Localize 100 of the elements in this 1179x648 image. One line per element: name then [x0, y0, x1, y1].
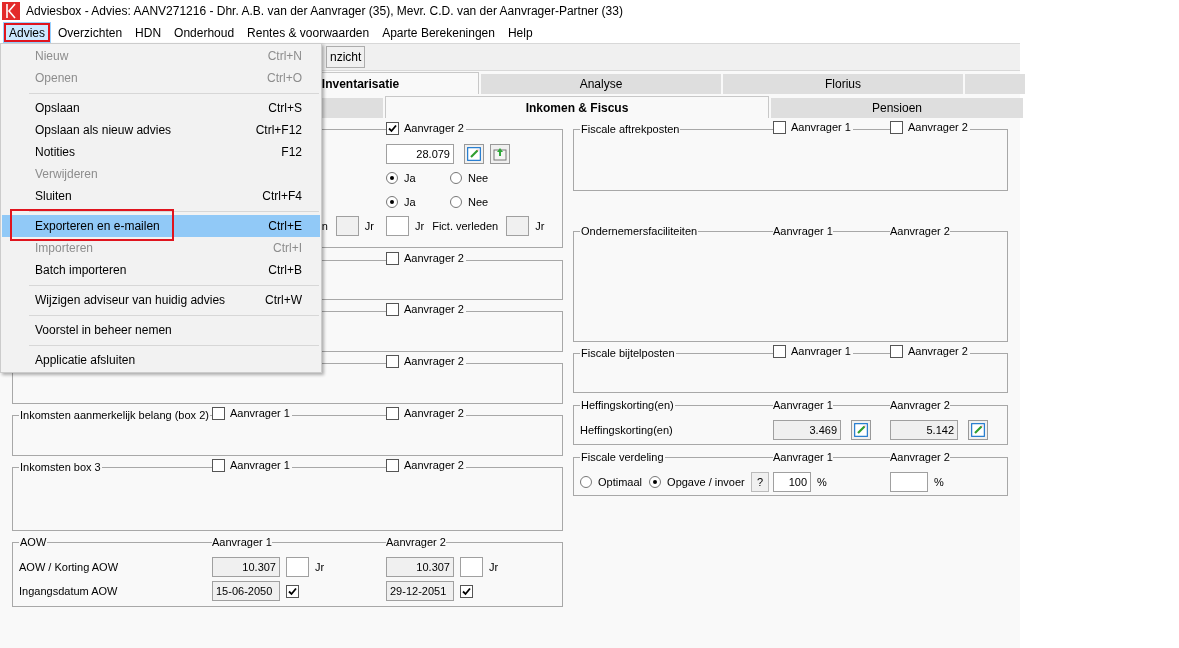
input-field[interactable]	[890, 472, 928, 492]
checkbox[interactable]	[386, 122, 399, 136]
menu-entry[interactable]: Batch importeren Ctrl+B	[2, 259, 320, 281]
radio-label: Opgave / invoer	[667, 474, 745, 490]
menu-entry[interactable]: Notities F12	[2, 141, 320, 163]
edit-button[interactable]	[464, 144, 484, 164]
group-title: Inkomsten aanmerkelijk belang (box 2)	[19, 408, 210, 421]
applicant-label: Aanvrager 2	[404, 354, 464, 370]
label-text: Heffingskorting(en)	[580, 422, 673, 438]
checkbox[interactable]	[890, 345, 903, 359]
tab[interactable]: Pensioen	[771, 98, 1023, 118]
radio-label: Optimaal	[598, 474, 643, 490]
checkbox[interactable]	[386, 459, 399, 473]
applicant-label: Aanvrager 2	[890, 450, 950, 463]
menu-entry[interactable]: Voorstel in beheer nemen	[2, 319, 320, 341]
label-text: Jr	[415, 218, 425, 234]
menu-entry[interactable]: Wijzigen adviseur van huidig advies Ctrl+W	[2, 289, 320, 311]
checkbox[interactable]	[286, 584, 299, 598]
input-field[interactable]: 100	[773, 472, 811, 492]
group-title: AOW	[19, 535, 48, 548]
menu-entry[interactable]: Exporteren en e-mailen Ctrl+E	[2, 215, 320, 237]
group-title: Inkomsten box 3	[19, 460, 102, 473]
applicant-label: Aanvrager 1	[773, 398, 833, 411]
radio-label: Nee	[468, 194, 489, 210]
radio-button[interactable]	[450, 196, 462, 208]
shortcut-text: Ctrl+B	[268, 262, 302, 279]
label-text: Jr	[489, 559, 499, 575]
applicant-label: Aanvrager 2	[404, 121, 464, 137]
shortcut-text: Ctrl+S	[268, 100, 302, 117]
label-text: Jr	[364, 218, 374, 234]
input-field[interactable]	[286, 557, 309, 577]
radio-button[interactable]	[386, 196, 398, 208]
applicant-label: Aanvrager 1	[212, 535, 272, 548]
shortcut-text: Ctrl+O	[267, 70, 302, 87]
group-title: Heffingskorting(en)	[580, 398, 675, 411]
shortcut-text: Ctrl+W	[265, 292, 302, 309]
menu-entry[interactable]: Opslaan als nieuw advies Ctrl+F12	[2, 119, 320, 141]
label-text: AOW / Korting AOW	[19, 559, 119, 575]
label-text: n	[321, 218, 328, 234]
checkbox[interactable]	[212, 459, 225, 473]
radio-button[interactable]	[649, 476, 662, 488]
checkbox[interactable]	[890, 121, 903, 135]
checkbox[interactable]	[773, 345, 786, 359]
menu-item[interactable]: Rentes & voorwaarden	[241, 22, 376, 43]
tab[interactable]: Florius	[723, 74, 963, 94]
window-title: Adviesbox - Advies: AANV271216 - Dhr. A.B. van der Aanvrager (35), Mevr. C.D. van der Aanvrager-Partner (33)	[26, 3, 623, 20]
menu-item[interactable]: Advies	[3, 22, 52, 43]
radio-label: Ja	[404, 170, 416, 186]
menu-entry[interactable]: Opslaan Ctrl+S	[2, 97, 320, 119]
checkbox[interactable]	[212, 407, 225, 421]
group-title: Fiscale bijtelposten	[580, 346, 676, 359]
radio-button[interactable]	[386, 172, 398, 184]
shortcut-text: Ctrl+F12	[255, 122, 302, 139]
shortcut-text: Ctrl+I	[273, 240, 302, 257]
group-title: Fiscale verdeling	[580, 450, 665, 463]
tab[interactable]: Inkomen & Fiscus	[385, 96, 769, 118]
applicant-label: Aanvrager 1	[791, 344, 851, 360]
radio-label: Ja	[404, 194, 416, 210]
applicant-label: Aanvrager 1	[230, 458, 290, 474]
label-text: %	[817, 474, 827, 490]
menu-entry[interactable]: Applicatie afsluiten	[2, 349, 320, 371]
document-button[interactable]	[490, 144, 510, 164]
applicant-label: Aanvrager 1	[773, 224, 833, 237]
applicant-label: Aanvrager 1	[230, 406, 290, 422]
applicant-label: Aanvrager 2	[404, 302, 464, 318]
input-field[interactable]: 28.079	[386, 144, 454, 164]
menu-item[interactable]: Onderhoud	[168, 22, 241, 43]
tab[interactable]: Analyse	[481, 74, 721, 94]
menu-item[interactable]: Overzichten	[52, 22, 129, 43]
menu-item[interactable]: Help	[501, 22, 539, 43]
label-text: Jr	[535, 218, 545, 234]
checkbox[interactable]	[460, 584, 473, 598]
checkbox[interactable]	[386, 252, 399, 266]
checkbox[interactable]	[386, 407, 399, 421]
label-text: Fict. verleden	[432, 218, 499, 234]
help-button[interactable]: ?	[751, 472, 769, 492]
toolbar-button[interactable]: nzicht	[326, 46, 366, 68]
menu-item[interactable]: Aparte Berekeningen	[376, 22, 501, 43]
radio-button[interactable]	[580, 476, 592, 488]
menu-item[interactable]: HDN	[129, 22, 168, 43]
pencil-icon	[971, 423, 985, 437]
edit-button[interactable]	[968, 420, 988, 440]
menu-entry[interactable]: Sluiten Ctrl+F4	[2, 185, 320, 207]
shortcut-text: Ctrl+N	[267, 48, 302, 65]
label-text: Jr	[315, 559, 325, 575]
checkbox[interactable]	[386, 303, 399, 317]
applicant-label: Aanvrager 2	[890, 398, 950, 411]
radio-button[interactable]	[450, 172, 462, 184]
checkbox[interactable]	[386, 355, 399, 369]
input-field[interactable]	[460, 557, 483, 577]
label-text: Ingangsdatum AOW	[19, 583, 118, 599]
edit-button[interactable]	[851, 420, 871, 440]
pencil-icon	[854, 423, 868, 437]
applicant-label: Aanvrager 1	[791, 120, 851, 136]
applicant-label: Aanvrager 2	[908, 344, 968, 360]
shortcut-text: Ctrl+F4	[262, 188, 302, 205]
applicant-label: Aanvrager 2	[404, 458, 464, 474]
checkbox[interactable]	[773, 121, 786, 135]
applicant-label: Aanvrager 2	[908, 120, 968, 136]
input-field[interactable]	[386, 216, 409, 236]
